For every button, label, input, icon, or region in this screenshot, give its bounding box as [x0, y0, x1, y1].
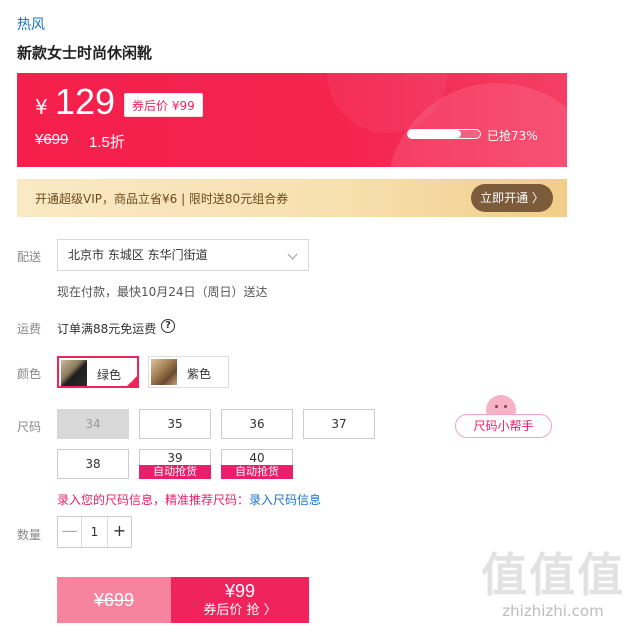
boot-thumbnail	[151, 359, 177, 385]
vip-open-button[interactable]: 立即开通 〉	[471, 184, 553, 212]
store-brand-link[interactable]: 热风	[17, 14, 45, 34]
address-value: 北京市 东城区 东华门街道	[68, 248, 208, 262]
size-option-38[interactable]: 38	[57, 449, 129, 479]
coupon-price-tag: 券后价 ¥99	[124, 93, 203, 117]
size-helper-button[interactable]: 尺码小帮手	[455, 414, 552, 438]
color-label: 颜色	[17, 367, 42, 381]
watermark-logo: 值值值	[481, 548, 625, 602]
size-tip-text: 录入您的尺码信息，精准推荐尺码：	[57, 493, 250, 507]
boot-thumbnail	[61, 360, 87, 386]
original-price: ¥699	[35, 131, 69, 148]
quantity-minus-button[interactable]: —	[58, 517, 82, 547]
delivery-estimate: 现在付款，最快10月24日（周日）送达	[57, 285, 268, 299]
coupon-buy-label: 券后价 抢 〉	[203, 603, 277, 618]
size-entry-link[interactable]: 录入尺码信息	[249, 493, 321, 507]
sold-progress-bar	[407, 129, 481, 139]
price-banner: ¥ 129 券后价 ¥99 ¥699 1.5折 已抢73%	[17, 73, 567, 167]
size-option-34: 34	[57, 409, 129, 439]
sold-progress-fill	[408, 130, 461, 138]
help-icon[interactable]: ?	[161, 319, 175, 333]
quantity-label: 数量	[17, 528, 42, 542]
current-price: 129	[55, 81, 116, 122]
shipping-text: 订单满88元免运费	[57, 322, 157, 336]
size-tip: 录入您的尺码信息，精准推荐尺码：录入尺码信息	[57, 491, 321, 508]
quantity-plus-button[interactable]: +	[107, 517, 131, 547]
chevron-down-icon	[287, 249, 298, 260]
currency-symbol: ¥	[35, 95, 48, 119]
size-value: 39	[167, 451, 183, 465]
color-option-green[interactable]: 绿色 ✓	[57, 356, 139, 388]
check-icon: ✓	[129, 376, 136, 385]
size-option-35[interactable]: 35	[139, 409, 211, 439]
size-option-39[interactable]: 39 自动抢货	[139, 449, 211, 479]
discount-label: 1.5折	[89, 134, 125, 151]
watermark-url: zhizhizhi.com	[502, 602, 604, 620]
size-option-36[interactable]: 36	[221, 409, 293, 439]
auto-restock-tag: 自动抢货	[221, 465, 293, 479]
size-value: 40	[249, 451, 265, 465]
address-select[interactable]: 北京市 东城区 东华门街道	[57, 239, 309, 271]
site-watermark: 值值值 zhizhizhi.com	[481, 548, 625, 620]
product-title: 新款女士时尚休闲靴	[17, 44, 153, 62]
auto-restock-tag: 自动抢货	[139, 465, 211, 479]
mascot-eye	[504, 405, 507, 408]
color-option-label: 绿色	[97, 368, 122, 382]
sold-progress-label: 已抢73%	[487, 129, 538, 143]
vip-promo-bar: 开通超级VIP，商品立省¥6 | 限时送80元组合券 立即开通 〉	[17, 179, 567, 217]
quantity-stepper: — 1 +	[57, 516, 132, 548]
color-option-purple[interactable]: 紫色	[148, 356, 229, 388]
size-option-37[interactable]: 37	[303, 409, 375, 439]
size-label: 尺码	[17, 420, 42, 434]
vip-promo-text: 开通超级VIP，商品立省¥6 | 限时送80元组合券	[35, 192, 289, 206]
size-option-40[interactable]: 40 自动抢货	[221, 449, 293, 479]
color-option-label: 紫色	[187, 367, 212, 381]
coupon-buy-price: ¥99	[224, 581, 256, 601]
quantity-input[interactable]: 1	[82, 517, 107, 547]
original-price-button[interactable]: ¥699	[57, 577, 171, 623]
mascot-eye	[495, 405, 498, 408]
coupon-buy-button[interactable]: ¥99 券后价 抢 〉	[171, 577, 309, 623]
delivery-label: 配送	[17, 250, 42, 264]
shipping-label: 运费	[17, 322, 42, 336]
